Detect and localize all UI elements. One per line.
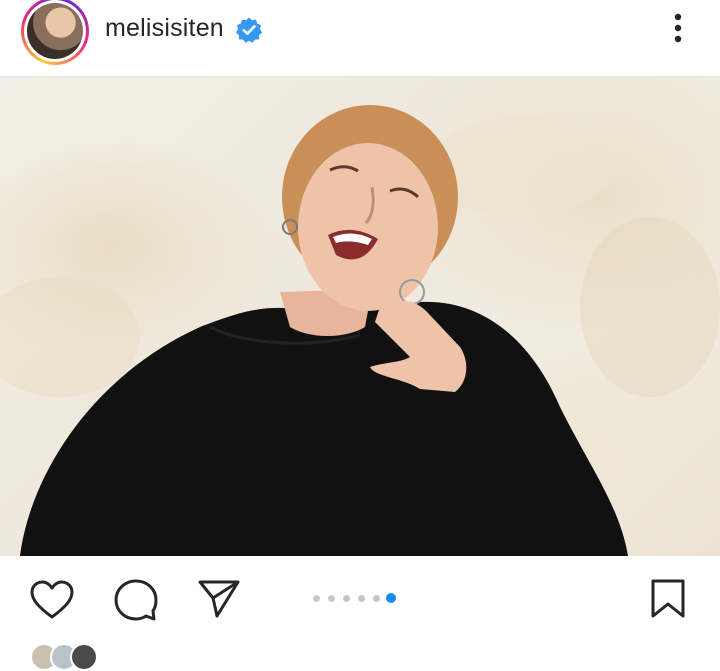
comment-bubble-icon[interactable] [113,578,159,622]
carousel-dot [358,595,365,602]
carousel-dot [343,595,350,602]
avatar [70,643,98,671]
username[interactable]: melisisiten [105,12,224,44]
like-heart-icon[interactable] [29,579,75,621]
carousel-dot [313,595,320,602]
more-vertical-icon[interactable] [664,10,692,48]
carousel-dot [373,595,380,602]
post-photo[interactable] [0,77,720,556]
carousel-dot [328,595,335,602]
profile-avatar[interactable] [27,3,83,59]
verified-badge-icon [236,17,262,43]
bookmark-save-icon[interactable] [650,578,686,620]
post-actions [0,556,720,649]
post-header: melisisiten [0,0,720,77]
story-ring[interactable] [21,0,89,65]
share-send-icon[interactable] [197,579,241,619]
photo-illustration [0,105,720,556]
carousel-dot-active [386,593,396,603]
